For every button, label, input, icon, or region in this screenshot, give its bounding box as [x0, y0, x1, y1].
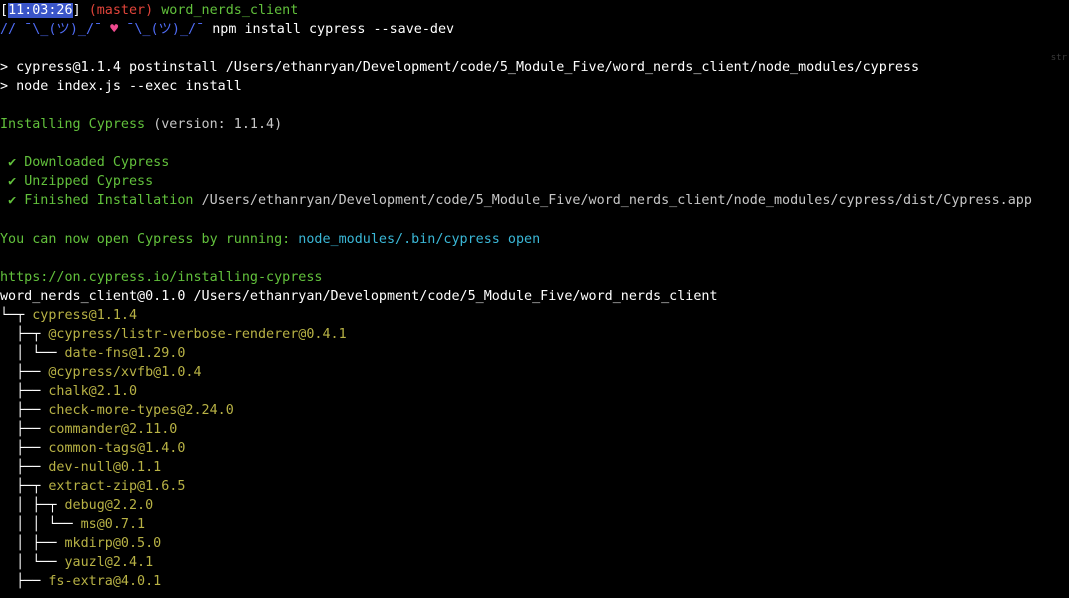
open-line: You can now open Cypress by running: nod…: [0, 230, 1069, 249]
tree-package: ms@0.7.1: [80, 517, 146, 533]
tree-package: cypress@1.1.4: [32, 307, 138, 323]
tree-row: │ ├─┬ debug@2.2.0: [0, 496, 1069, 515]
tree-branch: │ │ └──: [0, 517, 81, 533]
tree-row: ├── commander@2.11.0: [0, 420, 1069, 439]
dependency-tree: └─┬ cypress@1.1.4 ├─┬ @cypress/listr-ver…: [0, 306, 1069, 592]
tree-branch: │ └──: [0, 555, 65, 571]
open-command[interactable]: node_modules/.bin/cypress open: [298, 232, 540, 247]
tree-package: chalk@2.1.0: [48, 383, 138, 399]
tree-row: │ └── yauzl@2.4.1: [0, 553, 1069, 572]
step-finished: ✔ Finished Installation /Users/ethanryan…: [0, 191, 1069, 210]
tree-branch: │ ├──: [0, 536, 65, 552]
ghost-text: str: [1050, 53, 1067, 63]
open-text: You can now open Cypress by running:: [0, 231, 291, 247]
prompt-branch: (master): [88, 3, 154, 18]
command-text: npm install cypress --save-dev: [212, 22, 455, 38]
tree-package: @cypress/listr-verbose-renderer@0.4.1: [48, 326, 347, 342]
step-downloaded-text: Downloaded Cypress: [24, 155, 170, 171]
tree-row: ├─┬ @cypress/listr-verbose-renderer@0.4.…: [0, 325, 1069, 344]
tree-branch: ├──: [0, 460, 49, 476]
step-finished-text: Finished Installation: [24, 193, 194, 209]
step-downloaded: ✔ Downloaded Cypress: [0, 153, 1069, 172]
tree-row: ├── check-more-types@2.24.0: [0, 401, 1069, 420]
tree-row: ├── fs-extra@4.0.1: [0, 572, 1069, 591]
root-package: word_nerds_client@0.1.0 /Users/ethanryan…: [0, 288, 718, 304]
tree-row: ├── common-tags@1.4.0: [0, 439, 1069, 458]
tree-package: debug@2.2.0: [64, 498, 154, 514]
tree-row: ├── chalk@2.1.0: [0, 382, 1069, 401]
prompt-timestamp: 11:03:26: [8, 3, 73, 18]
installing-label: Installing Cypress: [0, 117, 146, 133]
tree-branch: ├──: [0, 441, 49, 457]
step-unzipped-text: Unzipped Cypress: [24, 174, 154, 190]
step-unzipped: ✔ Unzipped Cypress: [0, 172, 1069, 191]
tree-branch: │ ├─┬: [0, 498, 65, 514]
checkmark-icon: ✔: [8, 174, 17, 190]
tree-package: common-tags@1.4.0: [48, 441, 186, 457]
tree-package: date-fns@1.29.0: [64, 345, 186, 361]
tree-package: mkdirp@0.5.0: [64, 536, 162, 552]
tree-row: ├── @cypress/xvfb@1.0.4: [0, 363, 1069, 382]
prompt-symbol-left: // ¯\_(ツ)_/¯: [0, 22, 103, 38]
prompt-close-bracket: ]: [72, 3, 81, 18]
tree-package: extract-zip@1.6.5: [48, 479, 186, 495]
command-line[interactable]: // ¯\_(ツ)_/¯ ♥ ¯\_(ツ)_/¯ npm install cyp…: [0, 20, 1069, 39]
terminal-window[interactable]: str [11:03:26] (master) word_nerds_clien…: [0, 0, 1069, 598]
prompt-open-bracket: [: [0, 3, 9, 18]
tree-row: │ └── date-fns@1.29.0: [0, 344, 1069, 363]
tree-package: commander@2.11.0: [48, 422, 178, 438]
tree-branch: ├──: [0, 402, 49, 418]
prompt-symbol-right: ¯\_(ツ)_/¯: [126, 22, 205, 38]
tree-branch: │ └──: [0, 345, 65, 361]
installing-version: (version: 1.1.4): [153, 117, 283, 133]
checkmark-icon: ✔: [8, 155, 17, 171]
heart-icon: ♥: [110, 22, 119, 38]
tree-branch: ├─┬: [0, 326, 49, 342]
tree-package: fs-extra@4.0.1: [48, 574, 162, 590]
tree-row: ├─┬ extract-zip@1.6.5: [0, 477, 1069, 496]
checkmark-icon: ✔: [8, 193, 17, 209]
tree-package: check-more-types@2.24.0: [48, 402, 234, 418]
exec-line: > node index.js --exec install: [0, 79, 242, 95]
tree-branch: ├─┬: [0, 479, 49, 495]
tree-row: │ ├── mkdirp@0.5.0: [0, 534, 1069, 553]
prompt-directory: word_nerds_client: [161, 3, 299, 18]
tree-package: @cypress/xvfb@1.0.4: [48, 364, 202, 380]
tree-row: ├── dev-null@0.1.1: [0, 458, 1069, 477]
tree-package: yauzl@2.4.1: [64, 555, 154, 571]
tree-row: │ │ └── ms@0.7.1: [0, 515, 1069, 534]
installing-line: Installing Cypress (version: 1.1.4): [0, 115, 1069, 134]
prompt-line: [11:03:26] (master) word_nerds_client: [0, 1, 1069, 20]
step-finished-path: /Users/ethanryan/Development/code/5_Modu…: [201, 193, 1032, 209]
docs-url[interactable]: https://on.cypress.io/installing-cypress: [0, 268, 1069, 287]
tree-branch: ├──: [0, 574, 49, 590]
postinstall-line: > cypress@1.1.4 postinstall /Users/ethan…: [0, 60, 920, 76]
tree-branch: ├──: [0, 364, 49, 380]
tree-branch: ├──: [0, 383, 49, 399]
tree-branch: ├──: [0, 422, 49, 438]
tree-branch: └─┬: [0, 307, 33, 323]
tree-row: └─┬ cypress@1.1.4: [0, 306, 1069, 325]
tree-package: dev-null@0.1.1: [48, 460, 162, 476]
